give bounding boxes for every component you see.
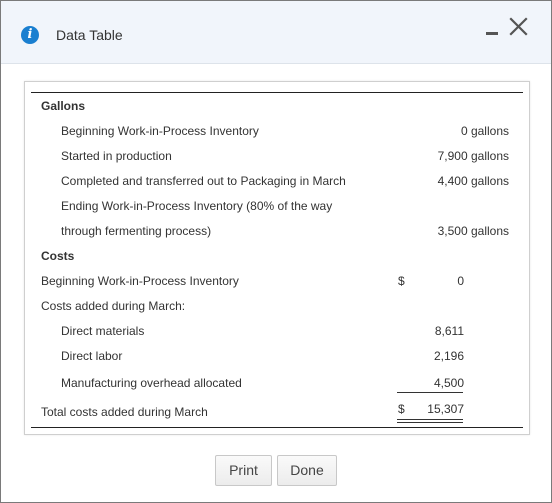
subtotal-underline: [397, 392, 463, 393]
costs-header: Costs: [41, 249, 75, 263]
dialog-title: Data Table: [56, 27, 123, 43]
total-value: 15,307: [427, 402, 464, 416]
beginning-wip-value: 0: [457, 274, 464, 288]
gallons-header: Gallons: [41, 99, 86, 113]
info-icon: i: [21, 26, 39, 44]
gallons-row-label: Ending Work-in-Process Inventory (80% of…: [61, 199, 333, 213]
gallons-row-value: 3,500 gallons: [437, 224, 509, 238]
gallons-row-label: Completed and transferred out to Packagi…: [61, 174, 346, 188]
gallons-row-label: Started in production: [61, 149, 172, 163]
gallons-row-value: 4,400 gallons: [437, 174, 509, 188]
minimize-icon[interactable]: [486, 32, 498, 35]
close-icon[interactable]: [506, 13, 532, 41]
cost-item-value: 8,611: [434, 324, 464, 338]
cost-item-label: Manufacturing overhead allocated: [61, 376, 242, 390]
gallons-row-label: through fermenting process): [61, 224, 212, 238]
total-double-underline-bottom: [397, 422, 463, 423]
cost-item-label: Direct labor: [61, 349, 123, 363]
total-currency: $: [398, 402, 405, 416]
total-label: Total costs added during March: [41, 405, 208, 419]
cost-item-value: 4,500: [433, 376, 464, 390]
top-rule: [31, 92, 523, 93]
beginning-wip-currency: $: [398, 274, 405, 288]
print-button[interactable]: Print: [215, 455, 272, 486]
total-double-underline-top: [397, 419, 463, 420]
cost-item-label: Direct materials: [61, 324, 145, 338]
costs-added-label: Costs added during March:: [41, 299, 186, 313]
done-button[interactable]: Done: [277, 455, 337, 486]
cost-item-value: 2,196: [433, 349, 464, 363]
data-table-dialog: i Data Table Gallons Beginning Work-in-P…: [0, 0, 552, 503]
beginning-wip-label: Beginning Work-in-Process Inventory: [41, 274, 239, 288]
gallons-row-value: 7,900 gallons: [437, 149, 509, 163]
bottom-rule: [31, 427, 523, 428]
gallons-row-value: 0 gallons: [460, 124, 509, 138]
data-table-panel: Gallons Beginning Work-in-Process Invent…: [24, 81, 530, 435]
title-bar: i Data Table: [1, 1, 551, 64]
gallons-row-label: Beginning Work-in-Process Inventory: [61, 124, 259, 138]
